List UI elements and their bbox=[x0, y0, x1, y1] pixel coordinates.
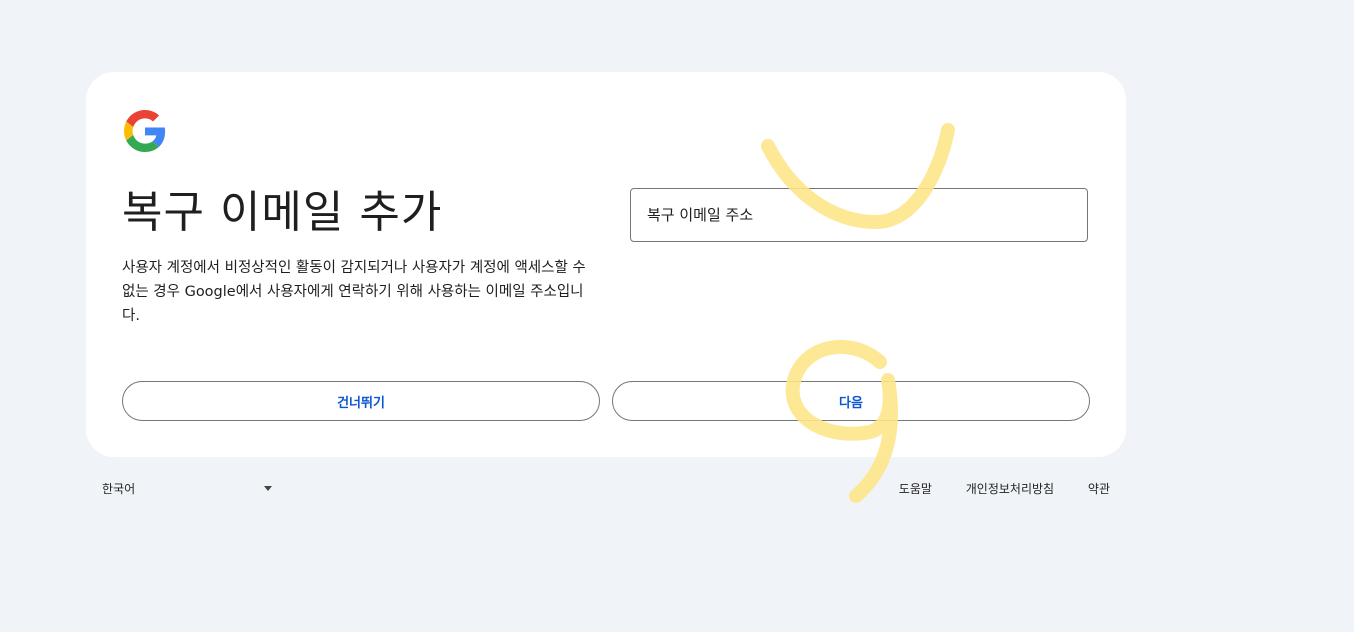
privacy-link[interactable]: 개인정보처리방침 bbox=[966, 482, 1054, 496]
caret-down-icon bbox=[264, 486, 272, 491]
help-link[interactable]: 도움말 bbox=[899, 482, 932, 496]
recovery-email-input[interactable] bbox=[631, 189, 1087, 241]
language-label: 한국어 bbox=[102, 482, 136, 496]
terms-link[interactable]: 약관 bbox=[1088, 482, 1110, 496]
next-button[interactable]: 다음 bbox=[612, 381, 1090, 421]
footer: 한국어 도움말 개인정보처리방침 약관 bbox=[86, 474, 1126, 504]
description-text: 사용자 계정에서 비정상적인 활동이 감지되거나 사용자가 계정에 액세스할 수… bbox=[122, 260, 586, 324]
language-selector[interactable]: 한국어 bbox=[102, 480, 272, 497]
footer-links: 도움말 개인정보처리방침 약관 bbox=[869, 480, 1110, 497]
google-g-icon bbox=[124, 110, 166, 152]
skip-button[interactable]: 건너뛰기 bbox=[122, 381, 600, 421]
page-title: 복구 이메일 추가 bbox=[122, 187, 443, 238]
recovery-email-card: 복구 이메일 추가 사용자 계정에서 비정상적인 활동이 감지되거나 사용자가 … bbox=[86, 72, 1126, 457]
recovery-email-field bbox=[630, 188, 1088, 242]
page: 복구 이메일 추가 사용자 계정에서 비정상적인 활동이 감지되거나 사용자가 … bbox=[0, 0, 1354, 632]
